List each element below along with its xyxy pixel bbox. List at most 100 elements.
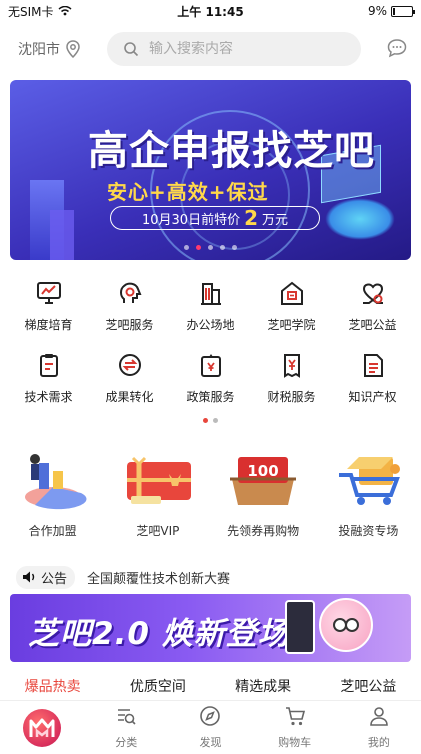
grid-page-dot bbox=[203, 418, 208, 423]
location-pin-icon bbox=[66, 40, 80, 58]
exchange-icon bbox=[113, 348, 147, 382]
product-tab[interactable]: 优质空间 bbox=[130, 676, 186, 696]
hero-banner[interactable]: 高企申报找芝吧 安心+高效+保过 10月30日前特价 2 万元 bbox=[10, 80, 411, 260]
compass-icon bbox=[199, 705, 221, 731]
user-icon bbox=[368, 705, 390, 731]
coupon-icon: 100 bbox=[223, 448, 303, 512]
building-icon bbox=[194, 276, 228, 310]
notice-tag: 公告 bbox=[16, 565, 76, 589]
category-label: 技术需求 bbox=[24, 390, 73, 404]
category-label: 梯度培育 bbox=[24, 318, 73, 332]
city-selector[interactable]: 沈阳市 bbox=[18, 39, 80, 59]
category-item[interactable]: 芝吧公益 bbox=[334, 270, 412, 342]
nav-item[interactable]: 发现 bbox=[175, 705, 245, 750]
category-item[interactable]: 知识产权 bbox=[334, 342, 412, 414]
bottom-nav: 分类 发现 购物车 我的 bbox=[0, 700, 421, 754]
category-item[interactable]: 技术需求 bbox=[10, 342, 88, 414]
app-screen: 无SIM卡 上午 11:45 9% 沈阳市 输入搜索内容 高企申报找芝吧 安心+… bbox=[0, 0, 421, 754]
charity-icon bbox=[356, 276, 390, 310]
svg-text:100: 100 bbox=[247, 462, 278, 480]
category-label: 成果转化 bbox=[105, 390, 154, 404]
category-label: 知识产权 bbox=[348, 390, 397, 404]
category-item[interactable]: 梯度培育 bbox=[10, 270, 88, 342]
category-item[interactable]: 芝吧学院 bbox=[253, 270, 331, 342]
category-grid: 梯度培育 芝吧服务 办公场地 芝吧学院 芝吧公益技术需求 成果转化 政策服务 财税服务 知识产权 bbox=[0, 270, 421, 414]
feature-label: 投融资专场 bbox=[338, 524, 399, 538]
product-tab[interactable]: 芝吧公益 bbox=[340, 676, 396, 696]
home-logo-icon bbox=[23, 708, 62, 747]
top-header: 沈阳市 bbox=[0, 28, 421, 70]
notice-bar[interactable]: 公告 全国颠覆性技术创新大赛 bbox=[16, 565, 405, 589]
clipboard-icon bbox=[32, 348, 66, 382]
product-tabs: 爆品热卖 优质空间 精选成果 芝吧公益 bbox=[0, 674, 421, 698]
status-time: 上午 11:45 bbox=[177, 4, 244, 19]
nav-label: 购物车 bbox=[278, 736, 312, 749]
cart-icon bbox=[284, 705, 306, 731]
nav-label: 分类 bbox=[115, 736, 138, 749]
nav-label: 我的 bbox=[367, 736, 390, 749]
category-item[interactable]: 财税服务 bbox=[253, 342, 331, 414]
category-item[interactable]: 政策服务 bbox=[172, 342, 250, 414]
feature-item[interactable]: 合作加盟 bbox=[3, 448, 103, 539]
feature-item[interactable]: 投融资专场 bbox=[318, 448, 418, 539]
feature-item[interactable]: 100 先领券再购物 bbox=[213, 448, 313, 539]
banner-price-pill: 10月30日前特价 2 万元 bbox=[110, 206, 320, 230]
investment-cart-icon bbox=[328, 448, 408, 512]
nav-item[interactable] bbox=[7, 708, 77, 747]
nav-item[interactable]: 我的 bbox=[344, 705, 414, 750]
category-label: 芝吧公益 bbox=[348, 318, 397, 332]
search-bar[interactable] bbox=[107, 32, 361, 66]
partner-chart-icon bbox=[13, 448, 93, 512]
category-label: 财税服务 bbox=[267, 390, 316, 404]
category-label: 芝吧服务 bbox=[105, 318, 154, 332]
banner-dot[interactable] bbox=[196, 245, 201, 250]
feature-label: 先领券再购物 bbox=[227, 524, 300, 538]
message-icon[interactable] bbox=[387, 38, 407, 58]
product-tab[interactable]: 爆品热卖 bbox=[25, 676, 81, 696]
city-label: 沈阳市 bbox=[18, 42, 60, 58]
school-icon bbox=[275, 276, 309, 310]
banner-dot[interactable] bbox=[208, 245, 213, 250]
banner-dot[interactable] bbox=[184, 245, 189, 250]
category-item[interactable]: 办公场地 bbox=[172, 270, 250, 342]
promo-mascot-image bbox=[319, 598, 373, 652]
banner-title: 高企申报找芝吧 bbox=[88, 128, 375, 174]
category-icon bbox=[115, 705, 137, 731]
banner-subtitle: 安心+高效+保过 bbox=[107, 180, 269, 204]
battery-icon bbox=[391, 5, 415, 17]
banner-decor-platform bbox=[325, 198, 395, 240]
search-icon bbox=[124, 42, 139, 57]
vip-gift-icon bbox=[118, 448, 198, 512]
product-tab[interactable]: 精选成果 bbox=[235, 676, 291, 696]
feature-item[interactable]: 芝吧VIP bbox=[108, 448, 208, 539]
grid-page-dot bbox=[213, 418, 218, 423]
category-item[interactable]: 成果转化 bbox=[91, 342, 169, 414]
feature-label: 合作加盟 bbox=[28, 524, 77, 538]
banner-dot[interactable] bbox=[220, 245, 225, 250]
status-bar: 无SIM卡 上午 11:45 9% bbox=[0, 0, 421, 22]
nav-label: 发现 bbox=[199, 736, 222, 749]
category-item[interactable]: 芝吧服务 bbox=[91, 270, 169, 342]
category-row: 技术需求 成果转化 政策服务 财税服务 知识产权 bbox=[0, 342, 421, 414]
category-label: 政策服务 bbox=[186, 390, 235, 404]
feature-label: 芝吧VIP bbox=[136, 524, 180, 538]
ip-doc-icon bbox=[356, 348, 390, 382]
feature-row: 合作加盟 芝吧VIP 100 先领券再购物 投融资专场 bbox=[0, 448, 421, 539]
promo-banner[interactable]: 芝吧2.0 焕新登场 bbox=[10, 594, 411, 662]
nav-item[interactable]: 购物车 bbox=[260, 705, 330, 750]
tax-icon bbox=[275, 348, 309, 382]
banner-pagination bbox=[10, 245, 411, 250]
promo-phone-image bbox=[285, 600, 315, 654]
speaker-icon bbox=[23, 571, 35, 583]
category-row: 梯度培育 芝吧服务 办公场地 芝吧学院 芝吧公益 bbox=[0, 270, 421, 342]
category-label: 办公场地 bbox=[186, 318, 235, 332]
nav-item[interactable]: 分类 bbox=[91, 705, 161, 750]
category-label: 芝吧学院 bbox=[267, 318, 316, 332]
banner-dot[interactable] bbox=[232, 245, 237, 250]
service-head-icon bbox=[113, 276, 147, 310]
promo-text: 芝吧2.0 焕新登场 bbox=[28, 616, 290, 652]
search-input[interactable] bbox=[149, 41, 339, 57]
grid-page-indicator bbox=[0, 418, 421, 423]
notice-text: 全国颠覆性技术创新大赛 bbox=[87, 571, 231, 587]
policy-doc-icon bbox=[194, 348, 228, 382]
